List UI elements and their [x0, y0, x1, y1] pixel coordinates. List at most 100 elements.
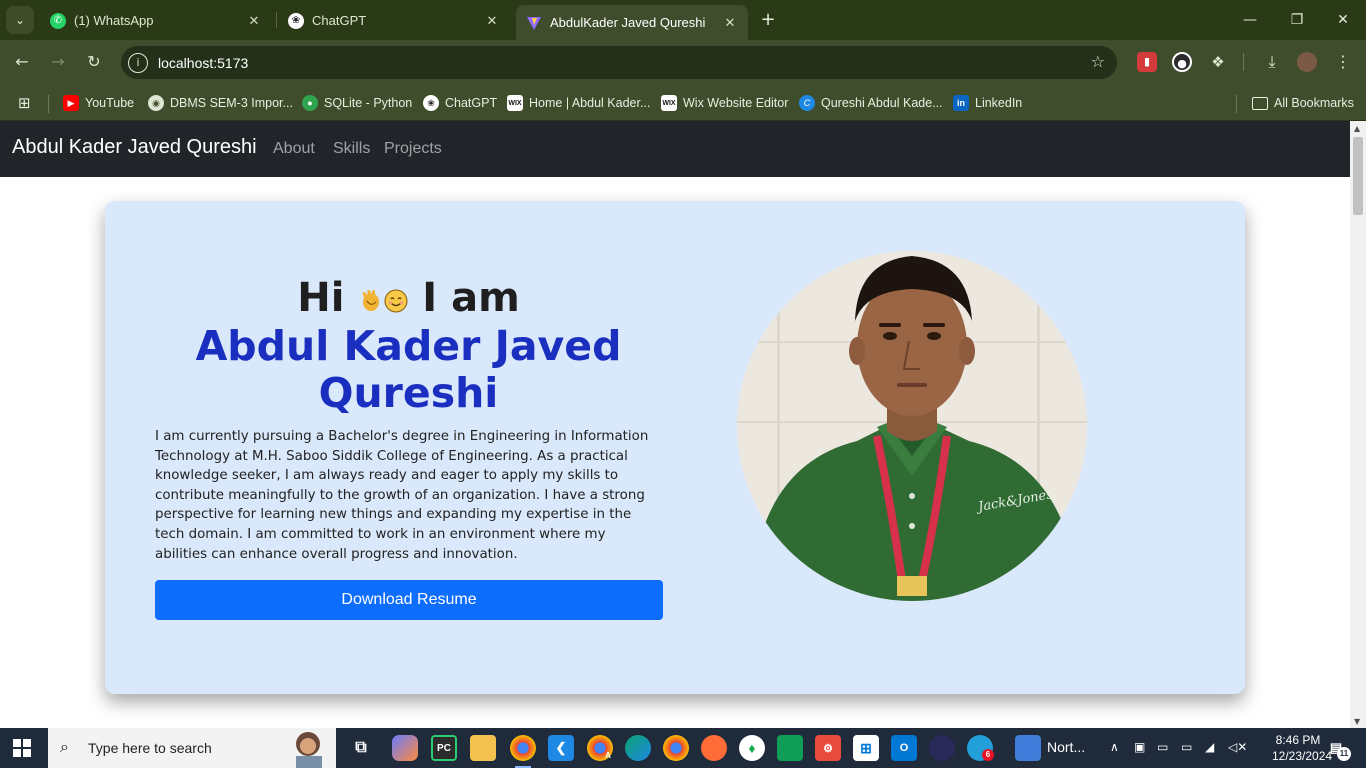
notifications-icon[interactable]: ▤ 11 — [1323, 735, 1351, 761]
tray-meet-icon[interactable]: ▣ — [1134, 740, 1145, 754]
tab-divider — [276, 12, 277, 28]
nav-link-projects[interactable]: Projects — [384, 140, 442, 158]
all-bookmarks-label: All Bookmarks — [1274, 96, 1354, 110]
chatgpt-icon: ❀ — [288, 12, 304, 29]
google-classroom-icon[interactable] — [777, 735, 803, 761]
mongodb-icon[interactable]: ♦ — [739, 735, 765, 761]
wifi-icon[interactable]: ◢ — [1205, 740, 1214, 754]
bookmark-dbms[interactable]: ◉ DBMS SEM-3 Impor... — [148, 93, 293, 113]
copilot-icon[interactable] — [392, 735, 418, 761]
bookmark-canva[interactable]: C Qureshi Abdul Kade... — [799, 93, 943, 113]
pycharm-icon[interactable]: PC — [431, 735, 457, 761]
scroll-up-arrow-icon[interactable]: ▲ — [1354, 124, 1360, 133]
page-scrollbar[interactable]: ▲ ▼ — [1350, 121, 1366, 728]
taskbar-clock[interactable]: 8:46 PM 12/23/2024 — [1272, 732, 1333, 764]
hero-card: Hi I am Abdul Kader Javed Qureshi I am c… — [105, 201, 1245, 694]
tab-portfolio[interactable]: AbdulKader Javed Qureshi ✕ — [516, 5, 748, 40]
download-icon[interactable]: ⤓ — [1262, 52, 1282, 72]
eclipse-icon[interactable] — [929, 735, 955, 761]
windows-start-icon[interactable] — [13, 739, 31, 757]
new-tab-plus-icon[interactable]: + — [758, 10, 778, 30]
edge-icon[interactable] — [625, 735, 651, 761]
smiling-face-emoji-icon — [384, 277, 408, 323]
wix-icon: WIX — [507, 95, 523, 111]
more-menu-icon[interactable]: ⋮ — [1333, 52, 1353, 72]
extension-circle-icon[interactable]: ● — [1172, 52, 1192, 72]
tray-display-icon[interactable]: ▭ — [1157, 740, 1168, 754]
hero-bio: I am currently pursuing a Bachelor's deg… — [155, 429, 649, 562]
bookmark-label: Wix Website Editor — [683, 96, 789, 110]
taskbar-search-box[interactable]: ⌕ Type here to search — [48, 728, 336, 768]
close-icon[interactable]: ✕ — [484, 13, 500, 29]
site-info-icon[interactable]: i — [128, 52, 148, 73]
nav-link-about[interactable]: About — [273, 140, 315, 158]
linkedin-icon: in — [953, 95, 969, 111]
bookmark-label: SQLite - Python — [324, 96, 413, 110]
close-icon[interactable]: ✕ — [722, 15, 738, 31]
apps-grid-icon[interactable]: ⊞ — [18, 95, 34, 111]
profile-avatar[interactable] — [1297, 52, 1317, 72]
bookmarks-bar: ⊞ ▶ YouTube ◉ DBMS SEM-3 Impor... ● SQLi… — [0, 85, 1366, 121]
news-weather-icon[interactable] — [1015, 735, 1041, 761]
chrome-alt-icon[interactable] — [663, 735, 689, 761]
scroll-down-arrow-icon[interactable]: ▼ — [1354, 717, 1360, 726]
bookmark-label: ChatGPT — [445, 96, 498, 110]
settings-gear-app-icon[interactable]: ⚙ — [815, 735, 841, 761]
volume-muted-icon[interactable]: ◁✕ — [1228, 740, 1247, 754]
site-brand[interactable]: Abdul Kader Javed Qureshi — [12, 136, 257, 159]
tab-chatgpt[interactable]: ❀ ChatGPT ✕ — [278, 5, 510, 36]
task-view-icon[interactable]: ⧉ — [348, 735, 374, 761]
canva-icon: C — [799, 95, 815, 111]
vite-icon — [526, 15, 542, 31]
tab-title: (1) WhatsApp — [74, 13, 154, 28]
close-icon[interactable]: ✕ — [246, 13, 262, 29]
clock-time: 8:46 PM — [1275, 733, 1321, 747]
notification-count: 11 — [1337, 747, 1351, 761]
battery-icon[interactable]: ▭ — [1181, 740, 1192, 754]
forward-arrow-icon[interactable]: → — [45, 49, 71, 75]
tray-chevron-up-icon[interactable]: ∧ — [1110, 740, 1119, 754]
globe-icon: ◉ — [148, 95, 164, 111]
news-label[interactable]: Nort... — [1047, 739, 1085, 755]
extensions-puzzle-icon[interactable]: ❖ — [1208, 52, 1228, 72]
telegram-icon[interactable]: 6 — [967, 735, 994, 761]
address-bar[interactable]: i localhost:5173 ☆ — [121, 46, 1117, 79]
download-resume-button[interactable]: Download Resume — [155, 580, 663, 620]
postman-icon[interactable] — [701, 735, 727, 761]
window-close-icon[interactable]: ✕ — [1330, 8, 1356, 32]
taskbar-search-placeholder: Type here to search — [88, 740, 212, 756]
tab-whatsapp[interactable]: ✆ (1) WhatsApp ✕ — [40, 5, 272, 36]
chrome-profile-icon[interactable] — [510, 735, 536, 761]
browser-tab-strip: ⌄ ✆ (1) WhatsApp ✕ ❀ ChatGPT ✕ AbdulKade… — [0, 0, 1366, 40]
clock-date: 12/23/2024 — [1272, 749, 1333, 763]
extension-red-icon[interactable]: ▮ — [1137, 52, 1157, 72]
nav-link-skills[interactable]: Skills — [333, 140, 370, 158]
bookmark-sqlite-python[interactable]: ● SQLite - Python — [302, 93, 412, 113]
hero-greeting: Hi I am — [155, 275, 662, 323]
bookmark-wix-home[interactable]: WIX Home | Abdul Kader... — [507, 93, 650, 113]
chrome-icon[interactable]: A — [587, 735, 613, 761]
bookmark-wix-editor[interactable]: WIX Wix Website Editor — [661, 93, 788, 113]
bookmark-chatgpt[interactable]: ❀ ChatGPT — [423, 93, 497, 113]
back-arrow-icon[interactable]: ← — [9, 49, 35, 75]
windows-taskbar: ⌕ Type here to search ⧉ PC ❮ A ♦ ⚙ ⊞ O 6… — [0, 728, 1366, 768]
file-explorer-icon[interactable] — [470, 735, 496, 761]
reload-icon[interactable]: ↻ — [81, 49, 107, 75]
minimize-icon[interactable]: — — [1237, 8, 1263, 32]
site-navbar: Abdul Kader Javed Qureshi About Skills P… — [0, 121, 1350, 177]
restore-icon[interactable]: ❐ — [1284, 8, 1310, 32]
bookmark-label: LinkedIn — [975, 96, 1023, 110]
address-url: localhost:5173 — [158, 54, 249, 71]
scrollbar-thumb[interactable] — [1353, 137, 1363, 215]
all-bookmarks[interactable]: All Bookmarks — [1252, 93, 1354, 113]
microsoft-store-icon[interactable]: ⊞ — [853, 735, 879, 761]
bookmark-youtube[interactable]: ▶ YouTube — [63, 93, 134, 113]
vscode-icon[interactable]: ❮ — [548, 735, 574, 761]
outlook-icon[interactable]: O — [891, 735, 917, 761]
bookmark-star-icon[interactable]: ☆ — [1091, 52, 1105, 71]
tab-title: ChatGPT — [312, 13, 367, 28]
toolbar-divider — [1243, 53, 1244, 71]
tab-search-chevron-icon[interactable]: ⌄ — [6, 6, 34, 34]
bookmark-linkedin[interactable]: in LinkedIn — [953, 93, 1022, 113]
search-highlight-image — [278, 728, 334, 768]
